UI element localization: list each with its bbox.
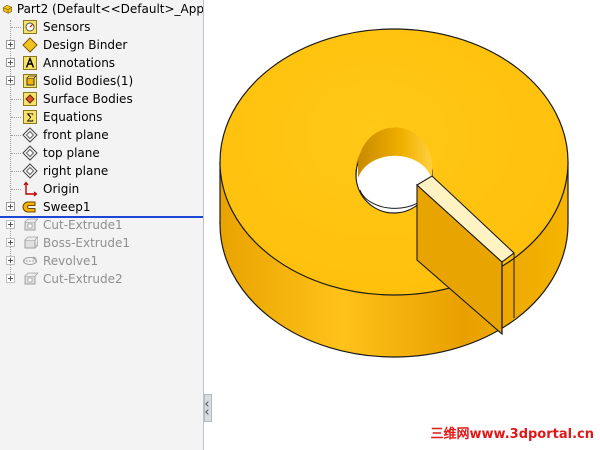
tree-connector xyxy=(11,171,21,172)
expand-toggle[interactable] xyxy=(6,238,15,247)
svg-text:Σ: Σ xyxy=(26,112,34,125)
tree-item-label: Surface Bodies xyxy=(43,92,133,106)
tree-item-revolve1[interactable]: Revolve1 xyxy=(0,252,203,270)
tree-item-top-plane[interactable]: top plane xyxy=(0,144,203,162)
tree-item-sensors[interactable]: Sensors xyxy=(0,18,203,36)
tree-item-label: Cut-Extrude1 xyxy=(43,218,123,232)
part-icon xyxy=(2,5,12,14)
sweep-icon xyxy=(22,201,36,213)
tree-item-label: Annotations xyxy=(43,56,116,70)
part-title: Part2 (Default<<Default>_App xyxy=(16,2,204,16)
expand-toggle[interactable] xyxy=(6,202,15,211)
plane-icon xyxy=(22,145,38,161)
tree-item-label: Design Binder xyxy=(43,38,128,52)
tree-item-boss-extrude1[interactable]: Boss-Extrude1 xyxy=(0,234,203,252)
tree-item-surface-bodies[interactable]: Surface Bodies xyxy=(0,90,203,108)
tree-item-label: Solid Bodies(1) xyxy=(43,74,134,88)
feature-tree-panel: Part2 (Default<<Default>_App Sensors Des… xyxy=(0,0,204,450)
tree-connector xyxy=(11,117,21,118)
tree-item-label: Boss-Extrude1 xyxy=(43,236,130,250)
origin-icon xyxy=(23,181,38,197)
sensors-icon xyxy=(23,20,37,34)
tree-item-label: front plane xyxy=(43,128,109,142)
cut-extrude-icon xyxy=(24,272,38,285)
tree-item-cut-extrude2[interactable]: Cut-Extrude2 xyxy=(0,270,203,288)
tree-item-label: Revolve1 xyxy=(43,254,99,268)
watermark-text: 三维网www.3dportal.cn xyxy=(430,427,594,442)
panel-collapse-handle[interactable] xyxy=(204,394,212,422)
tree-item-label: Sensors xyxy=(43,20,91,34)
tree-item-label: Cut-Extrude2 xyxy=(43,272,123,286)
tree-item-label: Sweep1 xyxy=(43,200,91,214)
tree-item-cut-extrude1[interactable]: Cut-Extrude1 xyxy=(0,216,203,234)
chevron-left-icon xyxy=(205,409,211,415)
tree-item-origin[interactable]: Origin xyxy=(0,180,203,198)
tree-item-label: top plane xyxy=(43,146,100,160)
tree-item-right-plane[interactable]: right plane xyxy=(0,162,203,180)
expand-toggle[interactable] xyxy=(6,58,15,67)
expand-toggle[interactable] xyxy=(6,274,15,283)
tree-item-front-plane[interactable]: front plane xyxy=(0,126,203,144)
tree-connector xyxy=(11,99,21,100)
annotations-icon xyxy=(23,56,37,70)
expand-toggle[interactable] xyxy=(6,40,15,49)
revolve-icon xyxy=(23,256,37,265)
cut-extrude-icon xyxy=(24,218,38,231)
expand-toggle[interactable] xyxy=(6,76,15,85)
tree-item-design-binder[interactable]: Design Binder xyxy=(0,36,203,54)
expand-toggle[interactable] xyxy=(6,256,15,265)
plane-icon xyxy=(22,127,38,143)
tree-connector xyxy=(11,27,21,28)
solid-bodies-icon xyxy=(23,74,37,88)
tree-item-label: Equations xyxy=(43,110,103,124)
tree-connector xyxy=(11,135,21,136)
tree-connector xyxy=(11,153,21,154)
tree-item-label: Origin xyxy=(43,182,80,196)
surface-bodies-icon xyxy=(23,92,37,106)
equations-icon: Σ xyxy=(23,110,37,125)
graphics-viewport[interactable]: 三维网www.3dportal.cn xyxy=(212,0,600,450)
design-binder-icon xyxy=(22,37,38,53)
tree-item-equations[interactable]: Σ Equations xyxy=(0,108,203,126)
tree-header-part[interactable]: Part2 (Default<<Default>_App xyxy=(0,0,204,18)
tree-item-label: right plane xyxy=(43,164,109,178)
boss-extrude-icon xyxy=(24,236,38,249)
tree-item-solid-bodies[interactable]: Solid Bodies(1) xyxy=(0,72,203,90)
expand-toggle[interactable] xyxy=(6,220,15,229)
sweep-ring-model[interactable] xyxy=(212,0,600,450)
plane-icon xyxy=(22,163,38,179)
tree-item-annotations[interactable]: Annotations xyxy=(0,54,203,72)
tree-item-sweep1[interactable]: Sweep1 xyxy=(0,198,203,216)
tree-connector xyxy=(11,189,21,190)
chevron-left-icon xyxy=(205,401,211,407)
